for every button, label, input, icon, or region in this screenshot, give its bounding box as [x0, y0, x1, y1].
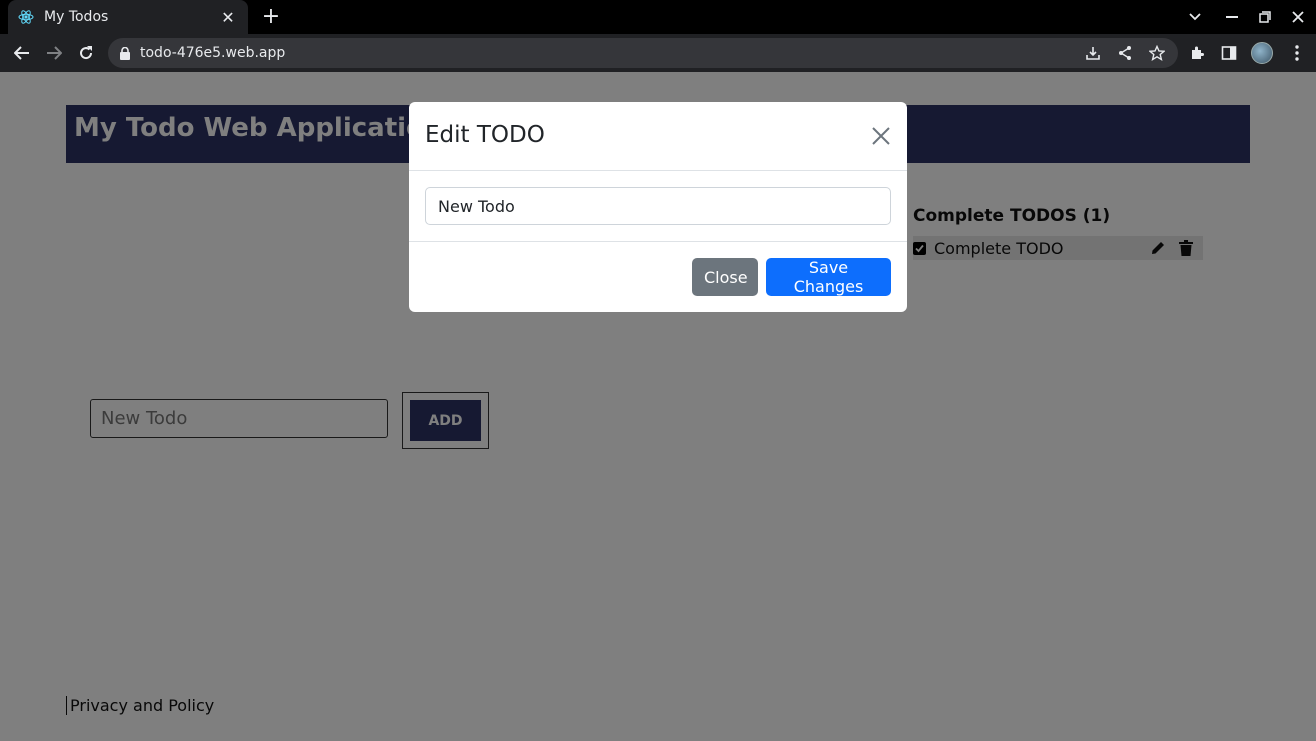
- lock-icon[interactable]: [120, 46, 130, 60]
- restore-icon[interactable]: [1248, 0, 1282, 34]
- page-viewport: My Todo Web Application Complete TODOS (…: [0, 72, 1316, 741]
- extensions-icon[interactable]: [1183, 39, 1211, 67]
- tab-search-icon[interactable]: [1178, 0, 1212, 34]
- modal-body: [409, 171, 907, 242]
- react-icon: [18, 9, 34, 25]
- edit-todo-modal: Edit TODO Close Save Changes: [409, 102, 907, 312]
- modal-title: Edit TODO: [425, 122, 545, 148]
- modal-footer: Close Save Changes: [409, 242, 907, 312]
- close-button[interactable]: Close: [692, 258, 758, 296]
- browser-toolbar: todo-476e5.web.app: [0, 34, 1316, 72]
- modal-header: Edit TODO: [409, 102, 907, 171]
- url-text: todo-476e5.web.app: [140, 45, 286, 61]
- close-window-icon[interactable]: [1281, 0, 1315, 34]
- browser-tab-bar: My Todos ✕ +: [0, 0, 1316, 34]
- address-bar[interactable]: todo-476e5.web.app: [108, 38, 1178, 68]
- new-tab-icon[interactable]: +: [258, 4, 284, 30]
- browser-tab[interactable]: My Todos ✕: [8, 0, 248, 34]
- save-changes-button[interactable]: Save Changes: [766, 258, 891, 296]
- tab-close-icon[interactable]: ✕: [218, 8, 238, 27]
- avatar: [1251, 42, 1273, 64]
- back-icon[interactable]: [8, 39, 36, 67]
- tab-title: My Todos: [44, 9, 109, 25]
- close-icon[interactable]: [869, 124, 893, 148]
- reload-icon[interactable]: [72, 39, 100, 67]
- menu-kebab-icon[interactable]: [1283, 39, 1311, 67]
- forward-icon[interactable]: [40, 39, 68, 67]
- side-panel-icon[interactable]: [1215, 39, 1243, 67]
- share-icon[interactable]: [1110, 38, 1140, 68]
- minimize-icon[interactable]: [1215, 0, 1249, 34]
- profile-avatar[interactable]: [1248, 39, 1276, 67]
- edit-todo-input[interactable]: [425, 187, 891, 225]
- bookmark-star-icon[interactable]: [1142, 38, 1172, 68]
- install-icon[interactable]: [1078, 38, 1108, 68]
